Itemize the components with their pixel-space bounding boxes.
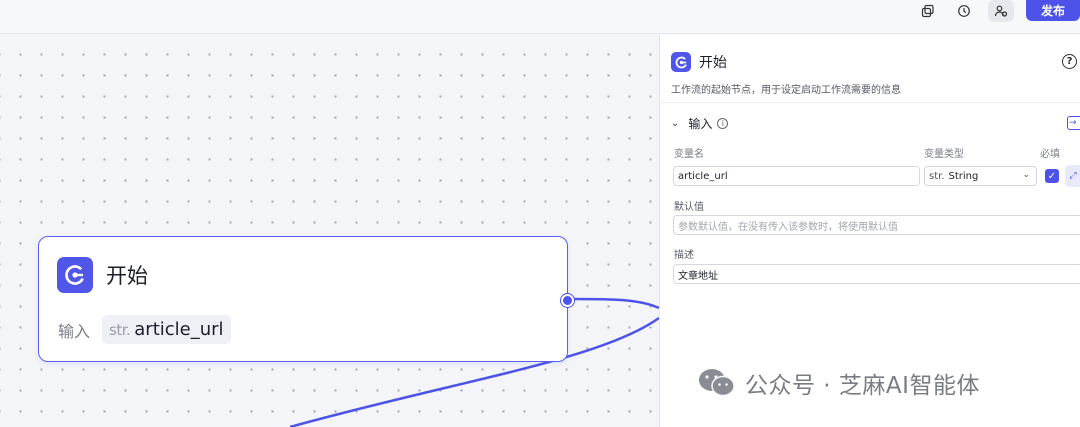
output-port[interactable]	[561, 294, 574, 307]
start-node[interactable]: 开始 输入 str. article_url	[38, 236, 574, 362]
required-checkbox[interactable]: ✓	[1045, 169, 1059, 183]
info-icon[interactable]: i	[717, 118, 729, 129]
chevron-down-icon: ⌄	[1022, 170, 1030, 180]
import-icon[interactable]: →	[1067, 116, 1080, 130]
copy-icon[interactable]	[915, 0, 941, 22]
wechat-icon	[699, 369, 735, 397]
edge-start-out	[573, 297, 659, 310]
string-type-badge: str.	[109, 320, 131, 339]
workflow-canvas[interactable]: 开始 输入 str. article_url	[0, 35, 659, 427]
column-header-name: 变量名	[674, 149, 704, 160]
panel-header: 开始	[671, 52, 727, 72]
column-header-required: 必填	[1040, 149, 1060, 160]
variable-name-input[interactable]: article_url	[673, 166, 920, 186]
start-node-inputs: 输入 str. article_url	[58, 315, 231, 344]
description-input[interactable]: 文章地址	[673, 264, 1080, 284]
param-tag: str. article_url	[102, 315, 231, 344]
divider	[660, 102, 1080, 103]
panel-description: 工作流的起始节点，用于设定启动工作流需要的信息	[671, 85, 901, 96]
chevron-down-icon: ⌄	[671, 118, 680, 129]
connection-lines	[289, 297, 659, 427]
help-icon[interactable]: ?	[1062, 54, 1077, 69]
param-name: article_url	[134, 319, 224, 340]
string-type-badge: str.	[929, 170, 945, 182]
variable-type-select[interactable]: str. String ⌄	[924, 166, 1037, 186]
description-value: 文章地址	[678, 270, 718, 282]
start-node-title: 开始	[106, 264, 148, 288]
default-value-label: 默认值	[674, 202, 704, 213]
collapse-icon[interactable]: ⤢	[1065, 165, 1080, 187]
variable-type-value: String	[948, 170, 979, 182]
input-section-toggle[interactable]: ⌄ 输入 i	[671, 115, 729, 132]
history-icon[interactable]	[951, 0, 977, 22]
publish-button[interactable]: 发布	[1026, 0, 1080, 21]
panel-title: 开始	[699, 55, 727, 71]
column-header-type: 变量类型	[924, 149, 964, 160]
default-value-placeholder: 参数默认值，在没有传入该参数时，将使用默认值	[678, 221, 898, 233]
watermark: 公众号 · 芝麻AI智能体	[697, 366, 980, 400]
default-value-input[interactable]: 参数默认值，在没有传入该参数时，将使用默认值	[673, 215, 1080, 235]
watermark-text: 公众号 · 芝麻AI智能体	[745, 373, 980, 399]
top-toolbar: 发布	[0, 0, 1080, 34]
variable-name-value: article_url	[678, 170, 728, 182]
user-manage-icon[interactable]	[988, 0, 1014, 22]
input-label: 输入	[58, 321, 91, 341]
start-node-icon	[671, 52, 691, 72]
description-label: 描述	[674, 250, 694, 261]
section-title: 输入	[688, 117, 713, 131]
start-node-icon	[57, 257, 93, 293]
start-node-header: 开始	[57, 257, 148, 293]
